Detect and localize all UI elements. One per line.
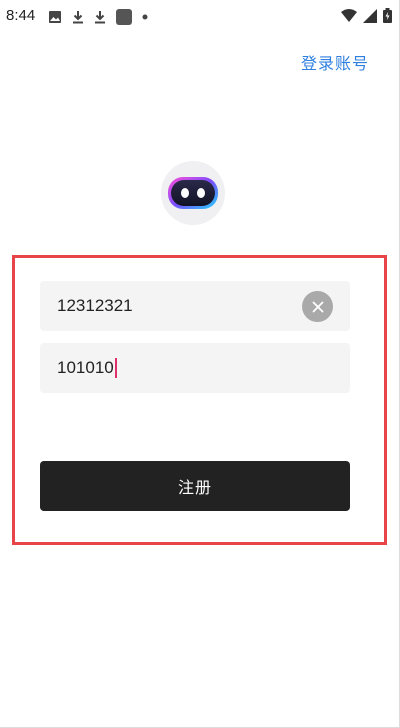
clear-input-button[interactable] [302,291,333,322]
status-icons-left [48,9,148,25]
download-icon [72,10,84,24]
robot-face-icon [168,177,218,209]
login-account-link[interactable]: 登录账号 [301,50,369,74]
download-icon [94,10,106,24]
status-time: 8:44 [6,7,36,24]
register-button[interactable]: 注册 [40,461,350,511]
close-icon [312,301,323,312]
password-value: 101010 [57,358,114,377]
signal-icon [363,8,377,23]
username-value: 12312321 [57,296,133,315]
status-bar: 8:44 [0,0,400,34]
status-icons-right [341,8,392,23]
text-caret [114,358,117,378]
username-field[interactable]: 12312321 [40,281,350,331]
image-icon [48,10,62,24]
dot-icon [142,14,148,20]
battery-icon [383,8,392,23]
wifi-icon [341,8,357,23]
password-field[interactable]: 101010 [40,343,350,393]
app-logo [161,161,225,225]
app-square-icon [116,9,132,25]
